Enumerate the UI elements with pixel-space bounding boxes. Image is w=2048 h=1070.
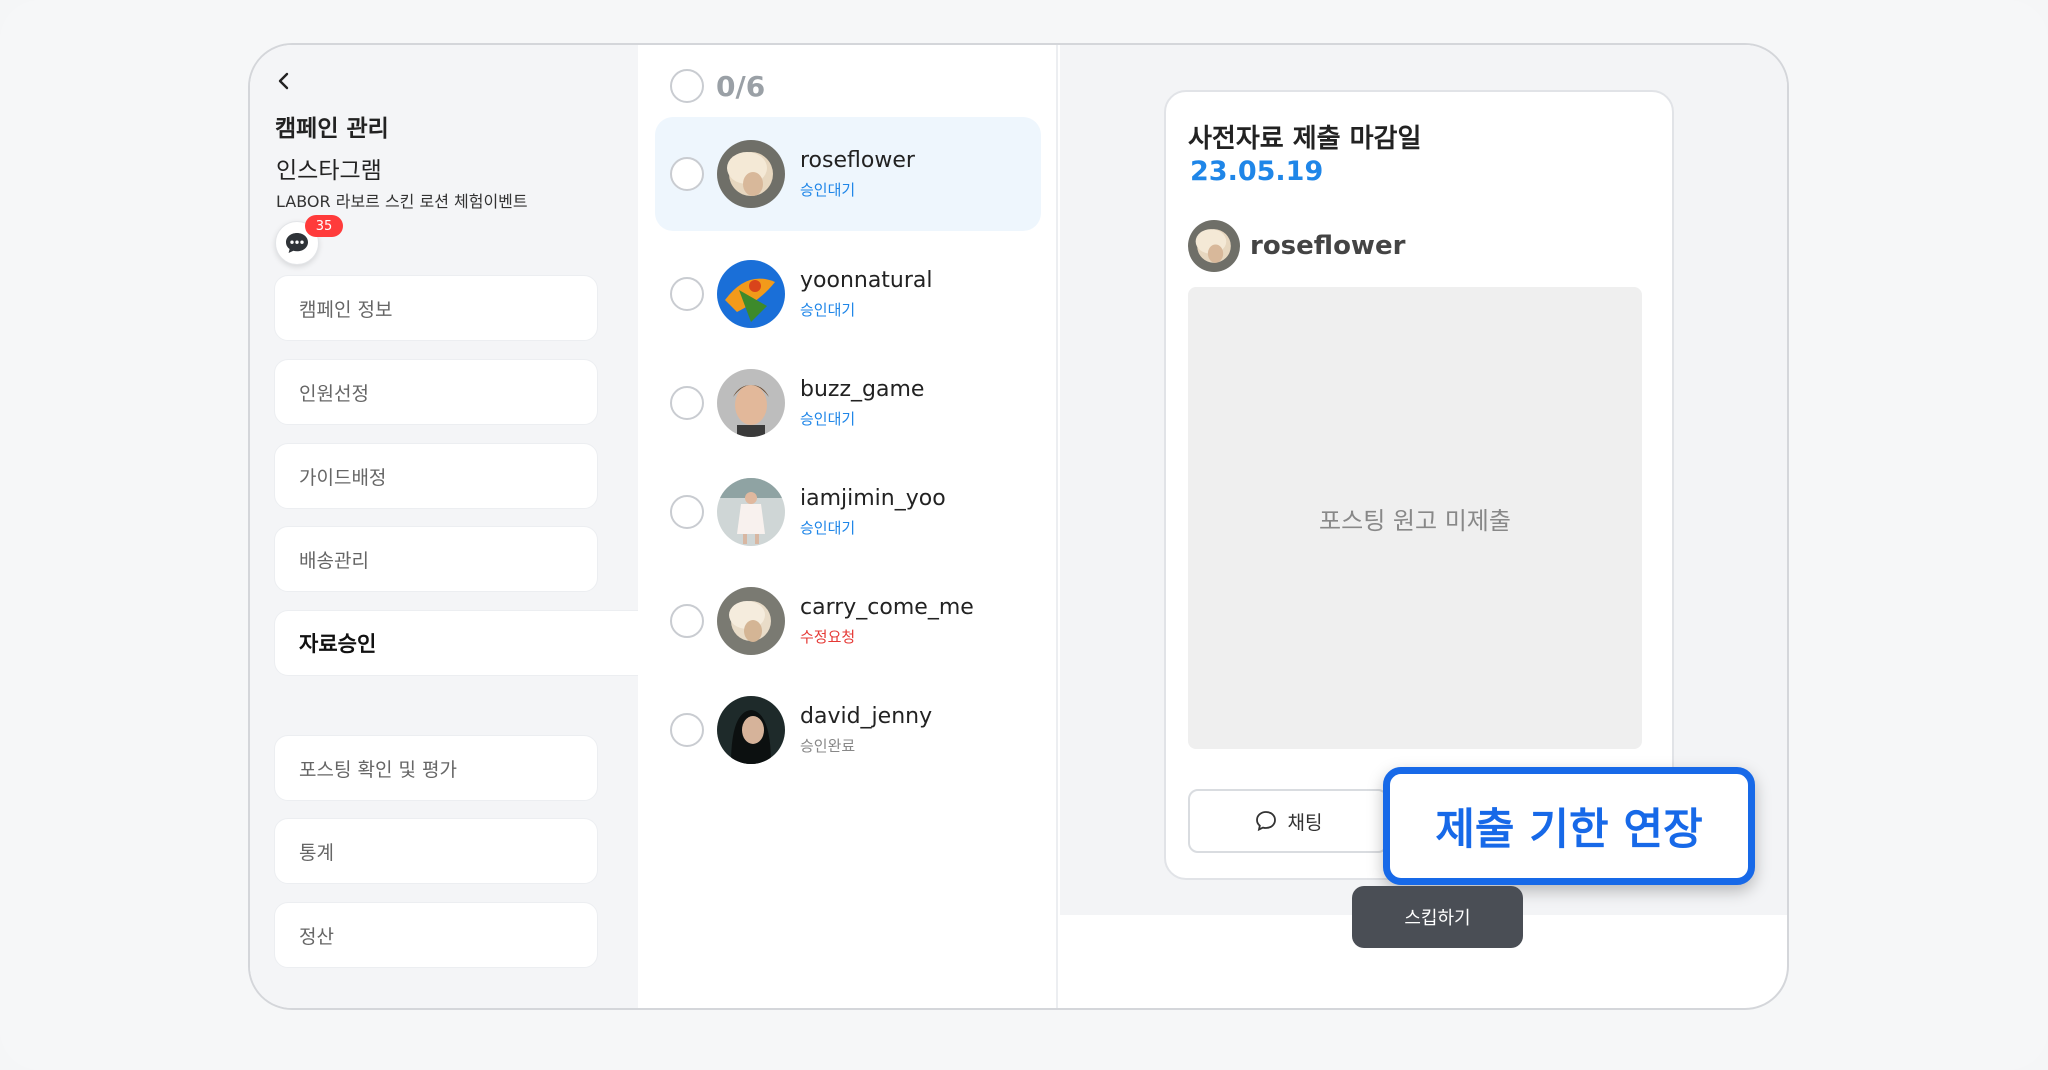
menu-shipping[interactable]: 배송관리 — [274, 526, 598, 592]
status-label: 승인완료 — [800, 737, 856, 755]
submission-card: 사전자료 제출 마감일 23.05.19 roseflower 포스팅 원고 미… — [1164, 90, 1674, 880]
chat-button[interactable]: 채팅 — [1188, 789, 1388, 853]
avatar — [717, 260, 785, 328]
avatar — [717, 696, 785, 764]
status-label: 승인대기 — [800, 410, 856, 428]
avatar — [717, 369, 785, 437]
username: yoonnatural — [800, 268, 933, 293]
username: david_jenny — [800, 704, 933, 729]
status-label: 승인대기 — [800, 519, 856, 537]
row-radio[interactable] — [670, 277, 704, 311]
page-title: 캠페인 관리 — [275, 116, 389, 142]
username: buzz_game — [800, 377, 925, 402]
menu-statistics[interactable]: 통계 — [274, 818, 598, 884]
row-radio[interactable] — [670, 495, 704, 529]
deadline-date: 23.05.19 — [1190, 156, 1324, 187]
menu-settlement[interactable]: 정산 — [274, 902, 598, 968]
selection-count: 0/6 — [716, 69, 766, 103]
posting-draft-placeholder: 포스팅 원고 미제출 — [1188, 287, 1642, 749]
menu-campaign-info[interactable]: 캠페인 정보 — [274, 275, 598, 341]
list-item[interactable]: iamjimin_yoo 승인대기 — [655, 455, 1041, 569]
username: iamjimin_yoo — [800, 486, 946, 511]
list-item[interactable]: david_jenny 승인완료 — [655, 673, 1041, 787]
empty-state-text: 포스팅 원고 미제출 — [1319, 506, 1511, 535]
row-radio[interactable] — [670, 386, 704, 420]
menu-guide-assignment[interactable]: 가이드배정 — [274, 443, 598, 509]
chat-bubble-icon — [286, 233, 308, 253]
extend-deadline-button[interactable]: 제출 기한 연장 — [1383, 767, 1755, 885]
sidebar: 캠페인 관리 인스타그램 LABOR 라보르 스킨 로션 체험이벤트 35 캠페… — [250, 45, 638, 1008]
campaign-name: LABOR 라보르 스킨 로션 체험이벤트 — [276, 192, 528, 211]
avatar — [717, 478, 785, 546]
platform-label: 인스타그램 — [276, 158, 382, 184]
list-item[interactable]: carry_come_me 수정요청 — [655, 564, 1041, 678]
status-label: 수정요청 — [800, 628, 856, 646]
detail-username: roseflower — [1250, 231, 1406, 261]
row-radio[interactable] — [670, 713, 704, 747]
menu-posting-review[interactable]: 포스팅 확인 및 평가 — [274, 735, 598, 801]
status-label: 승인대기 — [800, 301, 856, 319]
list-item[interactable]: buzz_game 승인대기 — [655, 346, 1041, 460]
row-radio[interactable] — [670, 157, 704, 191]
background-card: 캠페인 관리 인스타그램 LABOR 라보르 스킨 로션 체험이벤트 35 캠페… — [0, 0, 2048, 1070]
avatar — [717, 587, 785, 655]
list-item[interactable]: roseflower 승인대기 — [655, 117, 1041, 231]
back-chevron-icon[interactable] — [272, 69, 296, 93]
menu-member-selection[interactable]: 인원선정 — [274, 359, 598, 425]
username: carry_come_me — [800, 595, 974, 620]
detail-user: roseflower — [1188, 220, 1405, 272]
select-all-radio[interactable] — [670, 69, 704, 103]
avatar — [717, 140, 785, 208]
avatar — [1188, 220, 1240, 272]
chat-outline-icon — [1255, 811, 1276, 832]
deadline-label: 사전자료 제출 마감일 — [1188, 124, 1422, 154]
row-radio[interactable] — [670, 604, 704, 638]
status-label: 승인대기 — [800, 181, 856, 199]
username: roseflower — [800, 148, 915, 173]
selection-counter: 0/6 — [670, 69, 765, 103]
influencer-list: 0/6 roseflower 승인대기 yoonnatural 승인대기 buz… — [638, 45, 1058, 1008]
chat-button-label: 채팅 — [1287, 811, 1323, 834]
unread-count-badge: 35 — [305, 215, 343, 237]
skip-button[interactable]: 스킵하기 — [1352, 886, 1523, 948]
menu-material-approval[interactable]: 자료승인 — [274, 610, 638, 676]
list-item[interactable]: yoonnatural 승인대기 — [655, 237, 1041, 351]
